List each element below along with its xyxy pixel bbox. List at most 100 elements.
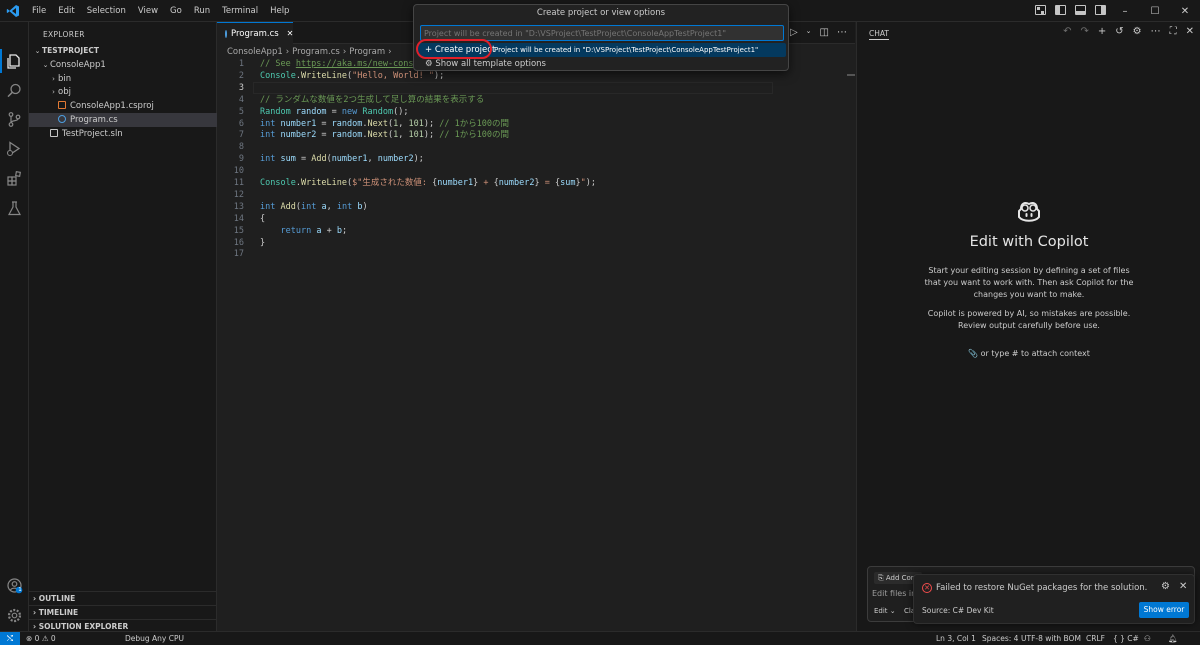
code-token: WriteLine [300,70,348,81]
code-line[interactable]: 9 int sum = Add(number1, number2); [217,153,855,165]
close-panel-icon[interactable]: ✕ [1186,26,1194,37]
maximize-button[interactable]: ☐ [1140,0,1170,22]
run-debug-icon[interactable] [6,140,23,157]
more-icon[interactable]: ⋯ [1151,26,1161,37]
breadcrumb-item[interactable]: ConsoleApp1 [227,47,283,57]
window-controls: – ☐ ✕ [1110,0,1200,22]
csharp-file-icon [58,115,66,123]
code-line[interactable]: 12 [217,189,855,201]
copilot-status-icon[interactable]: ⚇ [1144,632,1151,645]
code-token: } [260,237,266,248]
code-line[interactable]: 15 return a + b; [217,225,855,237]
minimize-button[interactable]: – [1110,0,1140,22]
csproj-file-icon [58,101,66,110]
settings-gear-icon[interactable]: ⚙ [1133,26,1142,37]
undo-icon[interactable]: ↶ [1063,26,1071,37]
more-actions-icon[interactable]: ⋯ [837,27,847,38]
breadcrumb-item[interactable]: Program [349,47,385,57]
breadcrumb-item[interactable]: Program.cs [292,47,340,57]
notification-close-icon[interactable]: ✕ [1179,581,1187,592]
code-token: Console [260,178,296,188]
code-line[interactable]: 7 int number2 = random.Next(1, 101); // 1… [217,129,855,141]
end-of-line[interactable]: CRLF [1086,632,1105,645]
search-icon[interactable] [6,82,23,99]
problems-indicator[interactable]: ⊗ 0 ⚠ 0 [26,632,56,645]
notification-source: Source: C# Dev Kit [922,606,994,615]
code-token: int [260,201,276,212]
tree-item-label: obj [58,87,71,98]
code-line[interactable]: 4 // ランダムな数値を2つ生成して足し算の結果を表示する [217,94,855,106]
file-encoding[interactable]: UTF-8 with BOM [1021,632,1081,645]
tab-program-cs[interactable]: Program.cs ✕ [217,22,293,44]
maximize-panel-icon[interactable]: ⛶ [1170,26,1177,37]
toggle-primary-sidebar-icon[interactable] [1055,5,1066,15]
debug-configuration[interactable]: Debug Any CPU [125,632,184,645]
customize-layout-icon[interactable] [1035,5,1046,15]
code-line[interactable]: 14 { [217,213,855,225]
show-error-button[interactable]: Show error [1139,602,1189,618]
code-line[interactable]: 11 Console.WriteLine($"生成された数値: {number1}… [217,177,855,189]
history-icon[interactable]: ↺ [1115,26,1123,37]
code-token: , [398,130,409,141]
language-mode[interactable]: { } C# [1113,632,1139,645]
new-chat-icon[interactable]: + [1098,26,1106,37]
menu-selection[interactable]: Selection [81,0,132,22]
explorer-icon[interactable] [6,53,23,70]
menu-run[interactable]: Run [188,0,216,22]
source-control-icon[interactable] [6,111,23,128]
cursor-position[interactable]: Ln 3, Col 1 [936,632,976,645]
code-token: random [331,130,363,141]
indentation[interactable]: Spaces: 4 [982,632,1018,645]
section-timeline[interactable]: › TIMELINE [29,605,217,619]
run-dropdown-chevron-icon[interactable]: ⌄ [806,27,812,38]
tree-item[interactable]: ConsoleApp1.csproj [29,99,217,113]
code-line[interactable]: 5 Random random = new Random(); [217,106,855,118]
code-line[interactable]: 16} [217,237,855,249]
toggle-secondary-sidebar-icon[interactable] [1095,5,1106,15]
line-number: 7 [238,130,244,141]
code-line[interactable]: 6 int number1 = random.Next(1, 101); // 1… [217,118,855,130]
tree-item[interactable]: Program.cs [29,113,217,127]
redo-icon[interactable]: ↷ [1080,26,1088,37]
menu-terminal[interactable]: Terminal [216,0,264,22]
tree-item[interactable]: ⌄ TESTPROJECT [29,44,217,58]
menu-help[interactable]: Help [264,0,295,22]
code-line[interactable]: 17 [217,248,855,260]
tree-item[interactable]: ⌄ ConsoleApp1 [29,58,217,72]
menu-edit[interactable]: Edit [52,0,80,22]
show-template-options-option[interactable]: ⚙ Show all template options [418,57,786,71]
code-line[interactable]: 2 Console.WriteLine("Hello, World! "); [217,70,855,82]
edit-mode-dropdown[interactable]: Edit ⌄ [874,607,896,615]
code-line[interactable]: 3 [217,81,855,94]
split-editor-icon[interactable]: ◫ [820,27,829,38]
code-line[interactable]: 10 [217,165,855,177]
line-text: { [260,213,265,225]
code-token: = [316,130,332,141]
line-number: 2 [238,70,244,81]
notification-settings-gear-icon[interactable]: ⚙ [1161,581,1170,592]
menu-file[interactable]: File [26,0,52,22]
notifications-bell-icon[interactable]: 🔔︎ [1168,632,1178,645]
code-token: random [331,118,363,129]
testing-icon[interactable] [6,200,23,217]
code-line[interactable]: 13 int Add(int a, int b) [217,201,855,213]
run-icon[interactable]: ▷ [790,27,798,38]
menu-go[interactable]: Go [164,0,188,22]
remote-indicator-icon[interactable]: ⤭ [0,632,20,645]
tree-item[interactable]: › obj [29,85,217,99]
code-line[interactable]: 8 [217,141,855,153]
menu-view[interactable]: View [132,0,164,22]
section-label: SOLUTION EXPLORER [38,622,129,631]
tree-item[interactable]: TestProject.sln [29,127,217,141]
tree-item[interactable]: › bin [29,72,217,86]
close-tab-icon[interactable]: ✕ [287,29,294,38]
close-window-button[interactable]: ✕ [1170,0,1200,22]
extensions-icon[interactable] [6,170,23,187]
chat-title-tab[interactable]: CHAT [869,29,890,40]
toggle-panel-icon[interactable] [1075,5,1086,15]
copilot-description: Start your editing session by defining a… [924,266,1134,299]
code-token: number2 [498,178,535,188]
section-outline[interactable]: › OUTLINE [29,591,217,605]
manage-gear-icon[interactable] [6,607,23,624]
code-token: , [326,201,337,212]
